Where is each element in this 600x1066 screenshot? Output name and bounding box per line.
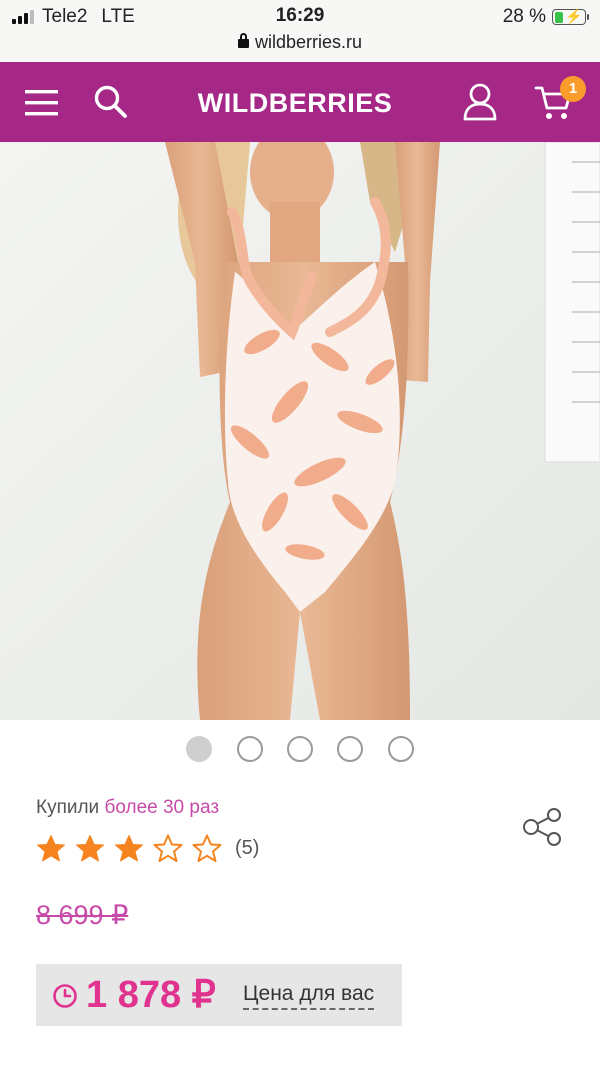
share-icon[interactable] [520,806,564,853]
site-header: WILDBERRIES 1 [0,62,600,142]
old-price: 8 699 ₽ [36,900,129,930]
gallery-dot[interactable] [388,736,414,762]
gallery-dot[interactable] [186,736,212,762]
charging-icon: ⚡ [565,8,583,24]
star-filled-icon [115,835,143,862]
url-text: wildberries.ru [254,32,363,52]
battery-icon: ⚡ [552,8,589,25]
star-filled-icon [37,835,65,862]
lock-icon [237,33,249,48]
gallery-dot[interactable] [287,736,313,762]
price-for-you-link[interactable]: Цена для вас [243,982,375,1010]
address-bar[interactable]: wildberries.ru [0,32,600,53]
account-icon[interactable] [462,82,498,127]
current-price: 1 878 ₽ [86,974,216,1016]
status-right: 28 % ⚡ [502,6,589,28]
purchase-count-prefix: Купили [36,797,100,818]
product-image[interactable] [0,142,600,720]
purchase-count: Купили более 30 раз [36,797,219,819]
gallery-dot[interactable] [337,736,363,762]
star-empty-icon [153,834,183,862]
battery-percent: 28 % [502,6,546,27]
star-empty-icon [192,834,222,862]
gallery-pagination [0,736,600,762]
rating-stars [36,834,231,862]
clock-icon [52,983,78,1014]
status-bar: Tele2 LTE 16:29 28 % ⚡ wildberries.ru [0,0,600,62]
star-filled-icon [76,835,104,862]
gallery-dot[interactable] [237,736,263,762]
price-block: 1 878 ₽ Цена для вас [36,964,402,1026]
cart-count-badge: 1 [560,76,586,102]
review-count[interactable]: (5) [235,837,259,860]
site-logo[interactable]: WILDBERRIES [0,88,590,119]
purchase-count-value: более 30 раз [104,797,220,818]
product-photo-illustration [0,142,600,720]
product-rating[interactable]: (5) [36,834,259,862]
